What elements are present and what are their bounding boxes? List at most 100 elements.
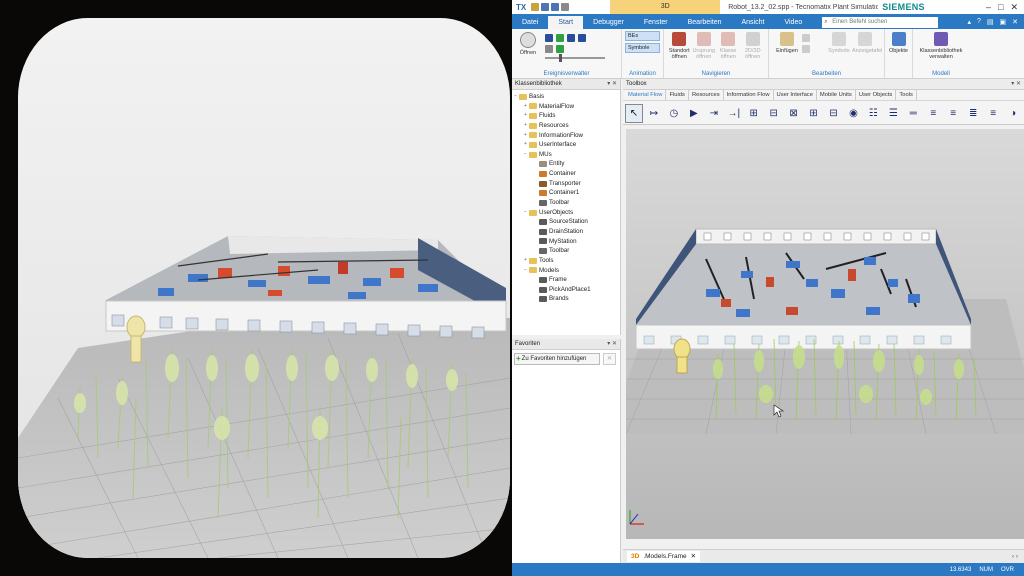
toggle-symbole[interactable]: Symbole bbox=[625, 43, 660, 53]
connector-icon[interactable]: ↦ bbox=[645, 104, 663, 123]
pane-controls[interactable]: ▾ ✕ bbox=[607, 79, 620, 89]
drain-icon[interactable]: ⇥ bbox=[705, 104, 723, 123]
tab-scroll-arrows[interactable]: ‹ › bbox=[1012, 553, 1024, 560]
doc-tab-close-icon[interactable]: ✕ bbox=[691, 551, 696, 562]
restore-icon[interactable]: ▣ bbox=[1000, 18, 1007, 26]
tab-bearbeiten[interactable]: Bearbeiten bbox=[678, 16, 732, 29]
tab-video[interactable]: Video bbox=[774, 16, 812, 29]
tree-item-materialflow[interactable]: + MaterialFlow bbox=[512, 102, 620, 112]
shift-icon[interactable]: ⊞ bbox=[805, 104, 823, 123]
tree-item-userinterface[interactable]: + UserInterface bbox=[512, 140, 620, 150]
tree-item-mus[interactable]: − MUs bbox=[512, 150, 620, 160]
source-icon[interactable]: ▶ bbox=[685, 104, 703, 123]
cycle-icon[interactable]: ◉ bbox=[844, 104, 862, 123]
toolbox-tab-user-objects[interactable]: User Objects bbox=[856, 90, 897, 100]
pane-controls[interactable]: ▾ ✕ bbox=[607, 339, 620, 349]
turnplate-icon[interactable]: ≣ bbox=[964, 104, 982, 123]
tree-item-container[interactable]: Container bbox=[512, 169, 620, 179]
tree-item-basis[interactable]: − Basis bbox=[512, 92, 620, 102]
tree-expander-icon[interactable]: − bbox=[512, 92, 519, 102]
assembly-icon[interactable]: ⊟ bbox=[765, 104, 783, 123]
store-icon[interactable]: ⊟ bbox=[825, 104, 843, 123]
tree-item-fluids[interactable]: + Fluids bbox=[512, 111, 620, 121]
angular-icon[interactable]: ≡ bbox=[924, 104, 942, 123]
tree-item-container1[interactable]: Container1 bbox=[512, 188, 620, 198]
tree-expander-icon[interactable]: − bbox=[522, 150, 529, 160]
close-icon[interactable]: ✕ bbox=[1010, 2, 1018, 13]
sorter-icon[interactable]: ☰ bbox=[884, 104, 902, 123]
tab-datei[interactable]: Datei bbox=[512, 16, 549, 29]
tree-item-drainstation[interactable]: DrainStation bbox=[512, 227, 620, 237]
tree-expander-icon[interactable]: + bbox=[522, 102, 529, 112]
undo-icon[interactable] bbox=[561, 3, 570, 11]
layout-icon[interactable]: ▤ bbox=[987, 18, 994, 26]
tree-item-toolbar[interactable]: Toolbar bbox=[512, 198, 620, 208]
help-icon[interactable]: ? bbox=[977, 18, 981, 26]
close-doc-icon[interactable]: ✕ bbox=[1012, 18, 1018, 26]
tree-expander-icon[interactable]: + bbox=[522, 121, 529, 131]
tree-item-brands[interactable]: Brands bbox=[512, 294, 620, 304]
3d-viewport[interactable] bbox=[626, 129, 1024, 539]
turntable-icon[interactable]: ≡ bbox=[944, 104, 962, 123]
fast-forward-icon[interactable] bbox=[567, 34, 575, 42]
add-to-favorites-button[interactable]: + Zu Favoriten hinzufügen bbox=[514, 353, 600, 365]
tab-fenster[interactable]: Fenster bbox=[634, 16, 678, 29]
play-icon[interactable] bbox=[556, 34, 564, 42]
toolbox-tab-material-flow[interactable]: Material Flow bbox=[625, 90, 667, 100]
minimize-icon[interactable]: – bbox=[986, 2, 991, 13]
collapse-ribbon-icon[interactable]: ▴ bbox=[967, 18, 971, 26]
copy-icon[interactable] bbox=[802, 45, 810, 53]
tree-item-transporter[interactable]: Transporter bbox=[512, 179, 620, 189]
speed-slider-thumb[interactable] bbox=[559, 54, 562, 62]
tree-item-userobjects[interactable]: − UserObjects bbox=[512, 208, 620, 218]
tree-item-sourcestation[interactable]: SourceStation bbox=[512, 217, 620, 227]
tab-debugger[interactable]: Debugger bbox=[583, 16, 634, 29]
pane-controls[interactable]: ▾ ✕ bbox=[1011, 79, 1024, 89]
toolbox-tab-mobile-units[interactable]: Mobile Units bbox=[817, 90, 856, 100]
dismantle-icon[interactable]: ⊠ bbox=[785, 104, 803, 123]
tree-item-pickandplace1[interactable]: PickAndPlace1 bbox=[512, 285, 620, 295]
toolbox-tab-information-flow[interactable]: Information Flow bbox=[724, 90, 774, 100]
eventcontroller-icon[interactable]: ◷ bbox=[665, 104, 683, 123]
tree-item-models[interactable]: − Models bbox=[512, 266, 620, 276]
toolbox-tab-tools[interactable]: Tools bbox=[896, 90, 917, 100]
tree-item-resources[interactable]: + Resources bbox=[512, 121, 620, 131]
tab-ansicht[interactable]: Ansicht bbox=[731, 16, 774, 29]
tree-expander-icon[interactable]: + bbox=[522, 131, 529, 141]
singleproc-icon[interactable]: →| bbox=[725, 104, 743, 123]
tree-expander-icon[interactable]: − bbox=[522, 266, 529, 276]
toolbox-tab-user-interface[interactable]: User Interface bbox=[774, 90, 817, 100]
save-icon[interactable] bbox=[541, 3, 550, 11]
reset-icon[interactable] bbox=[545, 34, 553, 42]
objekte-button[interactable]: Objekte bbox=[888, 31, 909, 78]
speed-icon[interactable] bbox=[556, 45, 564, 53]
tree-expander-icon[interactable]: − bbox=[522, 208, 529, 218]
exporter-icon[interactable]: ◑ bbox=[1004, 104, 1022, 123]
remove-favorite-icon[interactable]: ✕ bbox=[603, 353, 616, 365]
tree-item-toolbar[interactable]: Toolbar bbox=[512, 246, 620, 256]
tree-item-mystation[interactable]: MyStation bbox=[512, 237, 620, 247]
buffer-icon[interactable]: ☷ bbox=[864, 104, 882, 123]
toolbox-tab-fluids[interactable]: Fluids bbox=[666, 90, 689, 100]
line-icon[interactable]: ═ bbox=[904, 104, 922, 123]
command-search-input[interactable]: Einen Befehl suchen bbox=[822, 17, 939, 28]
maximize-icon[interactable]: □ bbox=[998, 2, 1003, 13]
tree-expander-icon[interactable]: + bbox=[522, 256, 529, 266]
tree-expander-icon[interactable]: + bbox=[522, 140, 529, 150]
track-icon[interactable]: ≡ bbox=[984, 104, 1002, 123]
tab-start[interactable]: Start bbox=[548, 16, 584, 29]
pointer-icon[interactable]: ↖ bbox=[625, 104, 643, 123]
step-icon[interactable] bbox=[578, 34, 586, 42]
doc-tab-models-frame[interactable]: 3D .Models.Frame ✕ bbox=[627, 551, 701, 562]
save-all-icon[interactable] bbox=[551, 3, 560, 11]
speed-slider[interactable] bbox=[545, 54, 605, 62]
tree-item-frame[interactable]: Frame bbox=[512, 275, 620, 285]
tree-item-entity[interactable]: Entity bbox=[512, 159, 620, 169]
context-tab-3d[interactable]: 3D bbox=[610, 0, 721, 14]
tree-item-tools[interactable]: + Tools bbox=[512, 256, 620, 266]
toggle-bes[interactable]: BEs bbox=[625, 31, 660, 41]
parallelproc-icon[interactable]: ⊞ bbox=[745, 104, 763, 123]
stop-icon[interactable] bbox=[545, 45, 553, 53]
tree-expander-icon[interactable]: + bbox=[522, 111, 529, 121]
toolbox-tab-resources[interactable]: Resources bbox=[689, 90, 724, 100]
